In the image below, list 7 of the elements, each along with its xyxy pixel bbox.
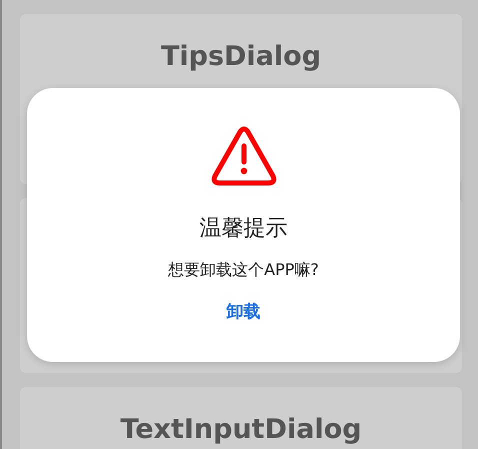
dialog-title: 温馨提示 [200,215,288,243]
uninstall-button[interactable]: 卸载 [218,296,268,327]
card-title: TipsDialog [160,40,322,74]
dialog-message: 想要卸载这个APP嘛? [168,259,319,281]
warning-icon [210,126,276,188]
card[interactable]: TextInputDialog [20,387,462,449]
card-title: TextInputDialog [120,413,362,447]
